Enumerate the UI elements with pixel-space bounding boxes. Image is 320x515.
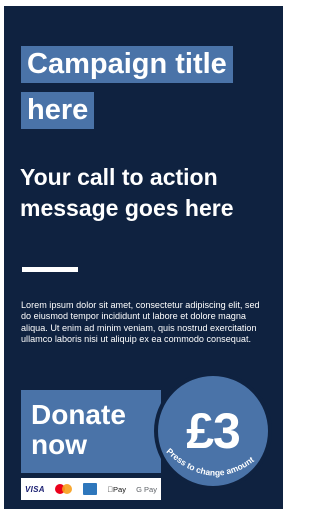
donate-button[interactable]: Donate now (21, 390, 161, 473)
cta-divider (22, 267, 78, 272)
visa-icon: VISA (25, 484, 45, 494)
change-amount-hint-text: Press to change amount (165, 446, 256, 478)
campaign-title-line-1: Campaign title (21, 46, 233, 83)
cta-message: Your call to action message goes here (20, 164, 234, 221)
body-text: Lorem ipsum dolor sit amet, consectetur … (21, 300, 260, 345)
amex-icon (83, 483, 98, 495)
google-pay-icon: G Pay (136, 484, 157, 494)
donate-label-line-1: Donate (31, 399, 126, 430)
campaign-title-line-2: here (21, 92, 95, 129)
ad-frame: Campaign title here Your call to action … (0, 0, 289, 515)
apple-pay-icon:  Pay (107, 482, 126, 496)
change-amount-hint[interactable]: Press to change amount (150, 430, 290, 510)
payment-methods-strip: VISA  Pay G Pay (21, 478, 161, 500)
mastercard-icon (55, 482, 73, 496)
donate-label-line-2: now (31, 429, 87, 460)
apple-pay-label: Pay (111, 484, 126, 494)
